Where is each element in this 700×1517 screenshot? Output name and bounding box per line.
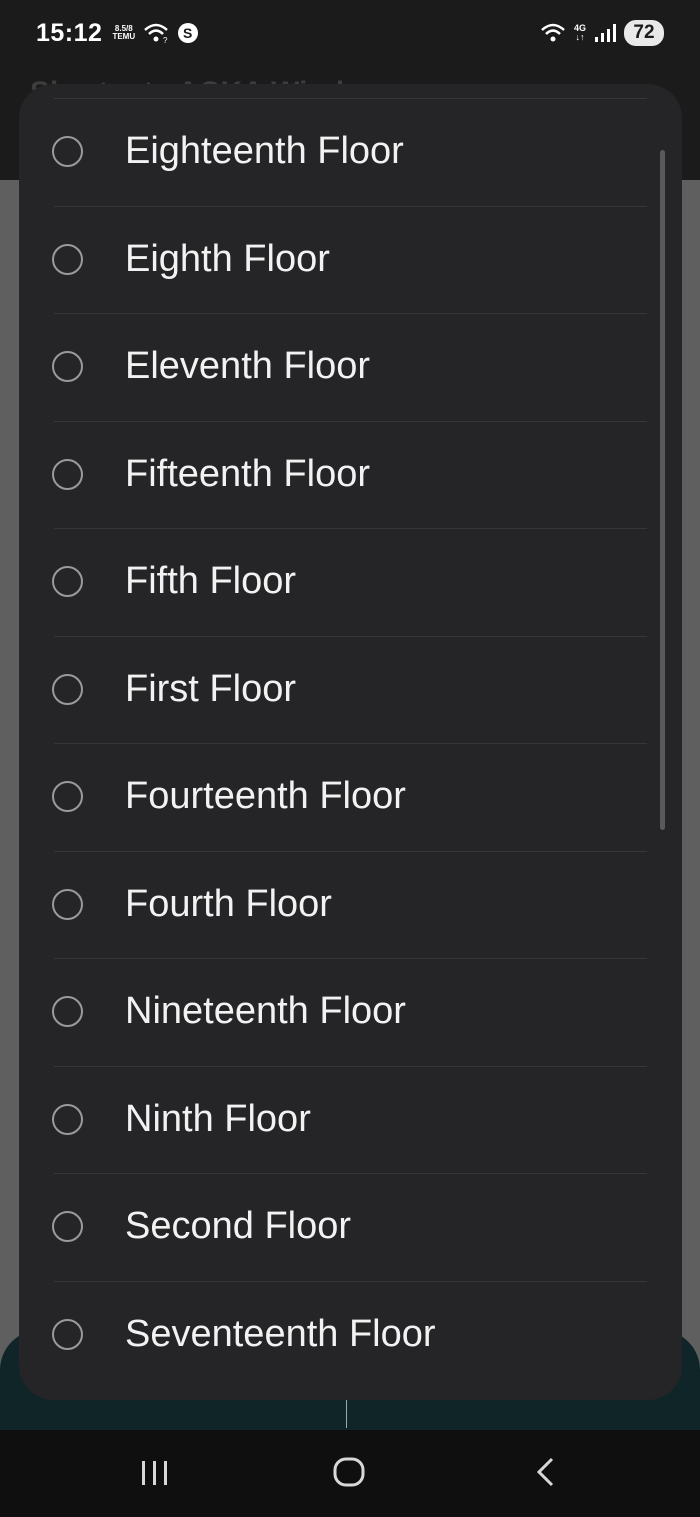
floor-option-label: Ninth Floor (125, 1097, 311, 1140)
wifi-question-icon: ? (144, 23, 168, 44)
status-right-icons: 4G ↓↑ 72 (540, 20, 664, 46)
bottom-divider (346, 1400, 347, 1428)
temu-notification-icon: 8.5/8 TEMU (112, 24, 136, 41)
floor-option-label: Seventeenth Floor (125, 1312, 436, 1355)
radio-button[interactable] (52, 1318, 83, 1350)
radio-button[interactable] (52, 1211, 83, 1243)
radio-button[interactable] (52, 243, 83, 275)
floor-option-label: Eleventh Floor (125, 345, 371, 388)
status-left-icons: 8.5/8 TEMU ? S (112, 22, 199, 44)
floor-option[interactable]: Eighteenth Floor (19, 98, 682, 206)
radio-button[interactable] (52, 1103, 83, 1135)
battery-indicator: 72 (624, 20, 664, 46)
floor-option[interactable]: Seventeenth Floor (19, 1280, 682, 1389)
signal-icon (595, 24, 616, 42)
floor-option[interactable]: Fourth Floor (19, 850, 682, 959)
floor-option[interactable]: Ninth Floor (19, 1065, 682, 1174)
floor-option[interactable]: Eleventh Floor (19, 313, 682, 421)
wifi-icon (541, 23, 565, 42)
back-icon[interactable] (532, 1456, 560, 1488)
floor-option[interactable]: Second Floor (19, 1173, 682, 1281)
radio-button[interactable] (52, 566, 83, 598)
s-app-icon: S (178, 23, 199, 43)
floor-option-label: Fifth Floor (125, 560, 297, 603)
navigation-bar (0, 1430, 700, 1517)
floor-option[interactable]: Fourteenth Floor (19, 743, 682, 851)
svg-text:S: S (183, 25, 192, 41)
radio-button[interactable] (52, 673, 83, 705)
status-time: 15:12 (36, 18, 103, 47)
floor-option[interactable]: Fifteenth Floor (19, 420, 682, 529)
radio-button[interactable] (52, 781, 83, 813)
floor-option-label: Eighteenth Floor (125, 130, 404, 173)
recent-apps-icon[interactable] (140, 1458, 170, 1488)
floor-option-label: Eighth Floor (125, 237, 330, 280)
floor-option-label: Fourteenth Floor (125, 775, 406, 818)
floor-option-label: Second Floor (125, 1205, 352, 1248)
floor-option[interactable]: Fifth Floor (19, 528, 682, 636)
scrollbar[interactable] (660, 150, 665, 830)
floor-option-list[interactable]: Eighteenth Floor Eighth Floor Eleventh Flo… (19, 98, 682, 1388)
floor-option-label: Nineteenth Floor (125, 990, 406, 1033)
home-icon[interactable] (333, 1456, 365, 1488)
floor-option[interactable]: Nineteenth Floor (19, 958, 682, 1066)
radio-button[interactable] (52, 458, 83, 490)
radio-button[interactable] (52, 351, 83, 383)
floor-option[interactable]: First Floor (19, 635, 682, 744)
floor-option-label: First Floor (125, 667, 296, 710)
floor-option-label: Fifteenth Floor (125, 452, 370, 495)
floor-option-label: Fourth Floor (125, 882, 332, 925)
floor-select-dialog: Eighteenth Floor Eighth Floor Eleventh Flo… (19, 84, 682, 1400)
status-bar: 15:12 8.5/8 TEMU ? S 4G ↓↑ 72 (0, 0, 700, 66)
floor-option[interactable]: Eighth Floor (19, 205, 682, 314)
radio-button[interactable] (52, 996, 83, 1028)
network-type-icon: 4G ↓↑ (573, 23, 586, 42)
radio-button[interactable] (52, 136, 83, 168)
svg-text:?: ? (163, 36, 168, 44)
radio-button[interactable] (52, 888, 83, 920)
